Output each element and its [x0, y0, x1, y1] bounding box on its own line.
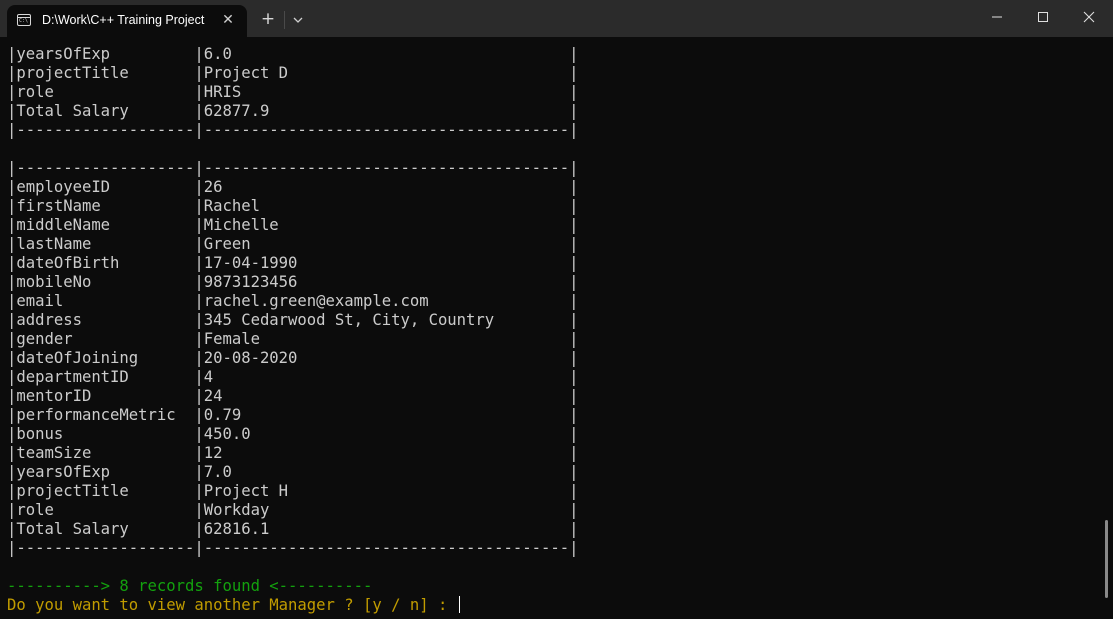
table-row: |mobileNo |9873123456 | — [7, 273, 578, 292]
field-value: 20-08-2020 | — [203, 349, 579, 367]
field-name: |bonus | — [7, 425, 204, 443]
field-name: |yearsOfExp | — [7, 45, 204, 63]
field-value: 4 | — [203, 368, 579, 386]
field-name: |gender | — [7, 330, 204, 348]
prompt-text: Do you want to view another Manager ? [y… — [7, 596, 457, 614]
table-row: |dateOfBirth |17-04-1990 | — [7, 254, 578, 273]
field-name: |employeeID | — [7, 178, 204, 196]
table-row: |role |HRIS | — [7, 83, 578, 102]
field-name: |dateOfBirth | — [7, 254, 204, 272]
table-border: |-------------------|-------------------… — [7, 121, 579, 139]
field-name: |departmentID | — [7, 368, 204, 386]
table-border: |-------------------|-------------------… — [7, 159, 579, 177]
table-row: |projectTitle |Project H | — [7, 482, 578, 501]
field-value: rachel.green@example.com | — [203, 292, 579, 310]
field-value: 12 | — [203, 444, 579, 462]
table-row: |Total Salary |62877.9 | — [7, 102, 578, 121]
field-name: |role | — [7, 83, 204, 101]
title-bar: C:\ D:\Work\C++ Training Project ✕ + — [0, 0, 1113, 37]
table-row: |lastName |Green | — [7, 235, 578, 254]
close-icon — [1083, 11, 1095, 23]
field-name: |lastName | — [7, 235, 204, 253]
field-name: |yearsOfExp | — [7, 463, 204, 481]
close-tab-button[interactable]: ✕ — [219, 11, 237, 29]
table-row: |dateOfJoining |20-08-2020 | — [7, 349, 578, 368]
field-value: Workday | — [203, 501, 579, 519]
maximize-icon — [1038, 12, 1048, 22]
field-name: |projectTitle | — [7, 64, 204, 82]
close-window-button[interactable] — [1066, 0, 1112, 34]
table-border: |-------------------|-------------------… — [7, 539, 579, 557]
field-name: |mobileNo | — [7, 273, 204, 291]
table-row: |mentorID |24 | — [7, 387, 578, 406]
field-value: 0.79 | — [203, 406, 579, 424]
new-tab-button[interactable]: + — [258, 10, 278, 30]
field-value: 9873123456 | — [203, 273, 579, 291]
field-name: |teamSize | — [7, 444, 204, 462]
table-row: |projectTitle |Project D | — [7, 64, 578, 83]
field-value: Project H | — [203, 482, 579, 500]
field-name: |projectTitle | — [7, 482, 204, 500]
table-row: |gender |Female | — [7, 330, 578, 349]
field-value: Michelle | — [203, 216, 579, 234]
table-row: |Total Salary |62816.1 | — [7, 520, 578, 539]
scrollbar-thumb[interactable] — [1105, 520, 1108, 598]
chevron-down-icon — [293, 17, 303, 23]
field-value: 62816.1 | — [203, 520, 579, 538]
field-value: 345 Cedarwood St, City, Country | — [203, 311, 579, 329]
field-name: |Total Salary | — [7, 520, 204, 538]
field-value: 6.0 | — [203, 45, 579, 63]
field-name: |firstName | — [7, 197, 204, 215]
field-value: 450.0 | — [203, 425, 579, 443]
field-name: |email | — [7, 292, 204, 310]
field-value: 24 | — [203, 387, 579, 405]
table-row: |performanceMetric |0.79 | — [7, 406, 578, 425]
field-name: |middleName | — [7, 216, 204, 234]
tab-title: D:\Work\C++ Training Project — [42, 13, 205, 27]
field-value: HRIS | — [203, 83, 579, 101]
table-row: |role |Workday | — [7, 501, 578, 520]
field-value: Female | — [203, 330, 579, 348]
maximize-button[interactable] — [1020, 0, 1066, 34]
field-name: |dateOfJoining | — [7, 349, 204, 367]
field-name: |address | — [7, 311, 204, 329]
field-value: Project D | — [203, 64, 579, 82]
table-row: |bonus |450.0 | — [7, 425, 578, 444]
field-value: 17-04-1990 | — [203, 254, 579, 272]
table-row: |yearsOfExp |7.0 | — [7, 463, 578, 482]
prompt-line: Do you want to view another Manager ? [y… — [7, 596, 578, 615]
table-row: |address |345 Cedarwood St, City, Countr… — [7, 311, 578, 330]
table-row: |departmentID |4 | — [7, 368, 578, 387]
tab-separator — [284, 11, 285, 29]
table-row: |middleName |Michelle | — [7, 216, 578, 235]
field-name: |performanceMetric | — [7, 406, 204, 424]
field-value: 7.0 | — [203, 463, 579, 481]
records-found-message: ----------> 8 records found <---------- — [7, 577, 373, 595]
tab-dropdown-button[interactable] — [289, 11, 307, 29]
minimize-icon — [992, 16, 1002, 18]
minimize-button[interactable] — [974, 0, 1020, 34]
terminal-icon: C:\ — [17, 14, 31, 26]
table-row: |yearsOfExp |6.0 | — [7, 45, 578, 64]
field-name: |role | — [7, 501, 204, 519]
table-row: |email |rachel.green@example.com | — [7, 292, 578, 311]
table-row: |teamSize |12 | — [7, 444, 578, 463]
field-name: |Total Salary | — [7, 102, 204, 120]
field-value: 26 | — [203, 178, 579, 196]
field-value: 62877.9 | — [203, 102, 579, 120]
terminal-tab[interactable]: C:\ D:\Work\C++ Training Project ✕ — [7, 5, 247, 37]
field-name: |mentorID | — [7, 387, 204, 405]
text-cursor[interactable] — [458, 596, 461, 613]
terminal-output[interactable]: |yearsOfExp |6.0 | |projectTitle |Project… — [7, 45, 578, 615]
table-row: |firstName |Rachel | — [7, 197, 578, 216]
field-value: Green | — [203, 235, 579, 253]
table-row: |employeeID |26 | — [7, 178, 578, 197]
field-value: Rachel | — [203, 197, 579, 215]
